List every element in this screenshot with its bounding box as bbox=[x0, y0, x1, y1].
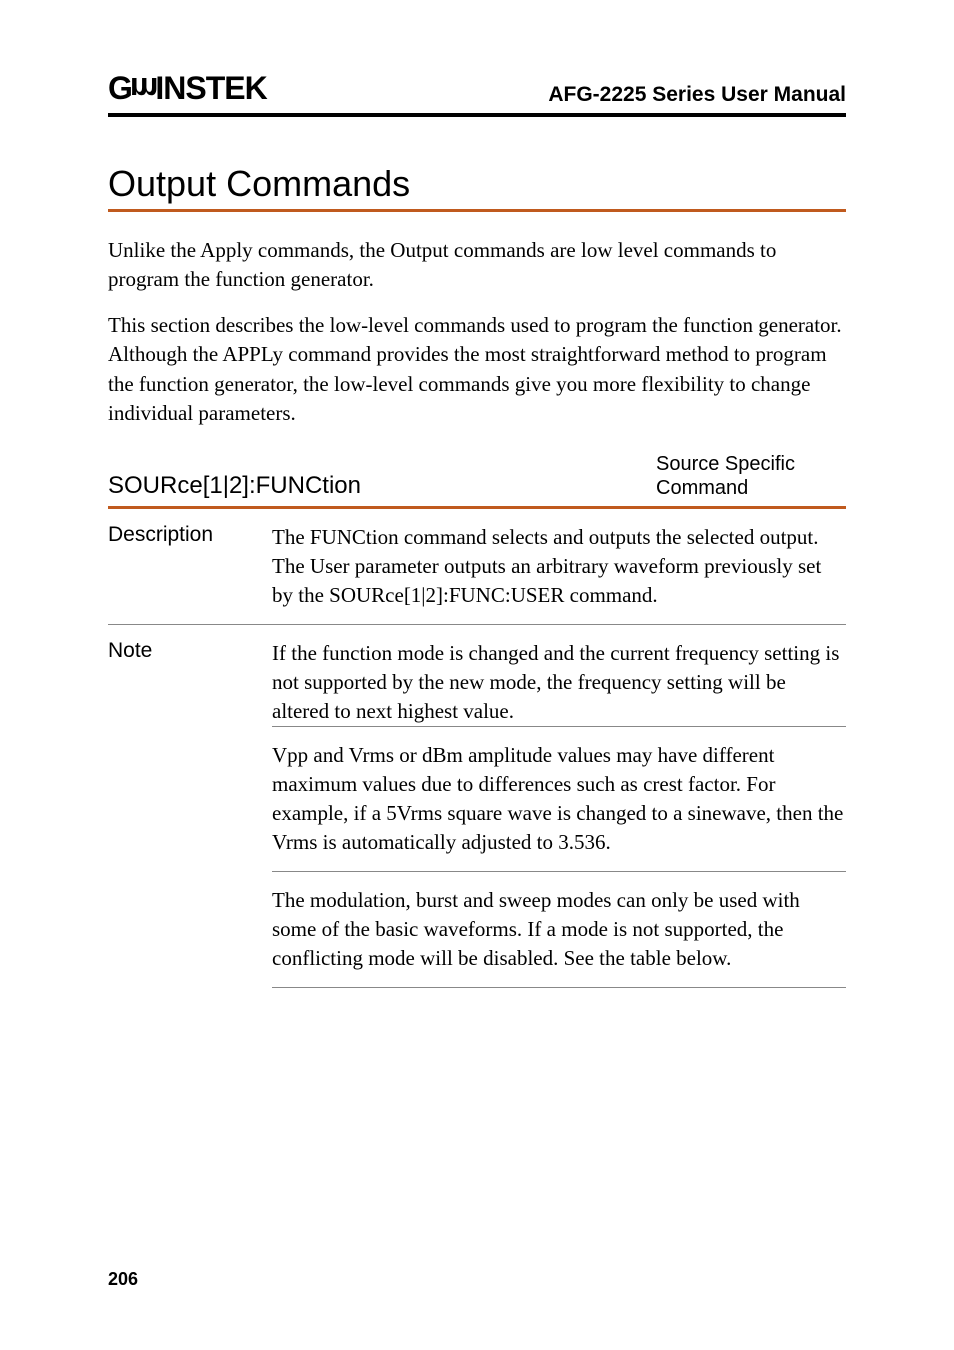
definition-body: If the function mode is changed and the … bbox=[272, 639, 846, 726]
intro-paragraph: This section describes the low-level com… bbox=[108, 311, 846, 429]
command-tag: Source Specific Command bbox=[656, 452, 846, 500]
brand-logo: GmINSTEK bbox=[108, 70, 267, 107]
definition-body: The FUNCtion command selects and outputs… bbox=[272, 523, 846, 610]
definition-paragraph: The modulation, burst and sweep modes ca… bbox=[272, 888, 800, 970]
definition-paragraph: If the function mode is changed and the … bbox=[272, 639, 846, 726]
logo-text-part: INSTEK bbox=[155, 70, 266, 107]
definition-paragraph: The FUNCtion command selects and outputs… bbox=[272, 523, 846, 610]
intro-paragraph: Unlike the Apply commands, the Output co… bbox=[108, 236, 846, 295]
page-header: GmINSTEK AFG-2225 Series User Manual bbox=[108, 70, 846, 117]
definition-row-description: Description The FUNCtion command selects… bbox=[108, 509, 846, 625]
definition-label: Description bbox=[108, 523, 272, 610]
title-rule bbox=[108, 209, 846, 212]
tag-line: Command bbox=[656, 477, 748, 499]
note-sub-paragraph: The modulation, burst and sweep modes ca… bbox=[272, 872, 846, 988]
definition-paragraph: Vpp and Vrms or dBm amplitude values may… bbox=[272, 743, 843, 854]
command-heading: SOURce[1|2]:FUNCtion bbox=[108, 472, 361, 500]
tag-line: Source Specific bbox=[656, 453, 795, 475]
definition-label: Note bbox=[108, 639, 272, 726]
logo-text-part: m bbox=[130, 73, 157, 105]
note-sub-paragraph: Vpp and Vrms or dBm amplitude values may… bbox=[272, 726, 846, 872]
page-number: 206 bbox=[108, 1269, 138, 1290]
section-heading-row: SOURce[1|2]:FUNCtion Source Specific Com… bbox=[108, 452, 846, 500]
page-title: Output Commands bbox=[108, 163, 846, 205]
logo-text-part: G bbox=[108, 70, 132, 107]
document-title: AFG-2225 Series User Manual bbox=[548, 83, 846, 107]
definition-row-note: Note If the function mode is changed and… bbox=[108, 625, 846, 726]
